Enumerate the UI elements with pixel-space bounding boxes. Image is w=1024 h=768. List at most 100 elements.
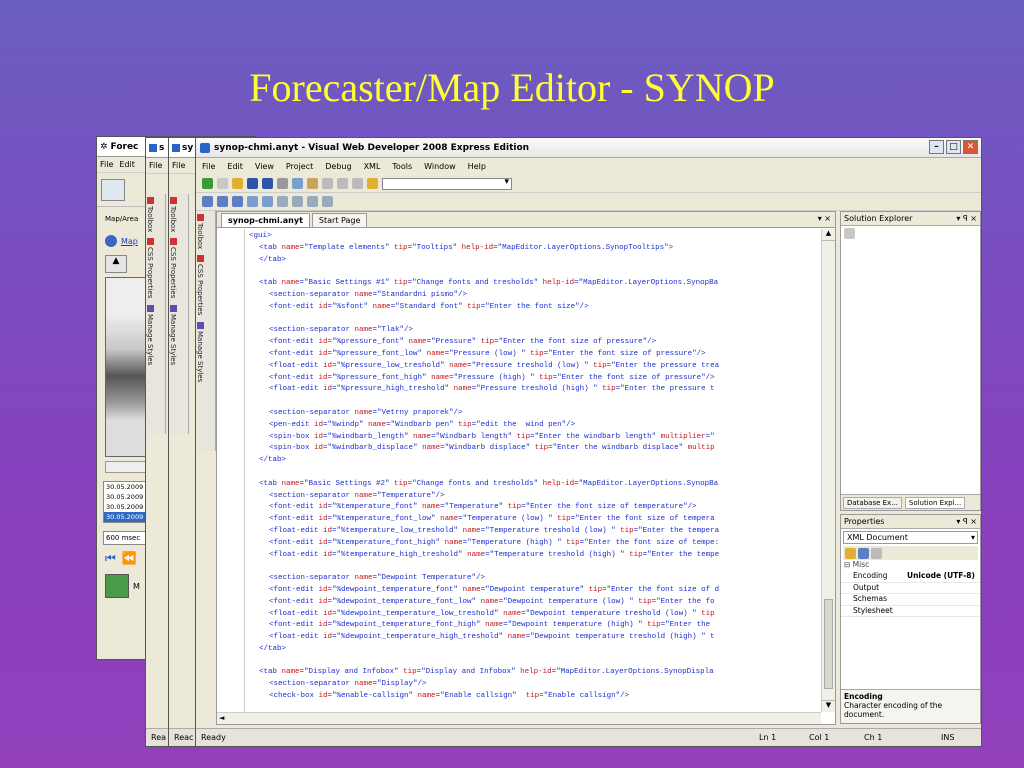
code-line[interactable]: <float-edit id="%temperature_high_tresho… [249, 550, 821, 562]
code-line[interactable]: <section-separator name="Dewpoint Temper… [249, 573, 821, 585]
toolbox-tab[interactable]: Toolbox [169, 194, 177, 235]
scroll-left-arrow[interactable]: ◄ [217, 714, 224, 722]
menu-debug[interactable]: Debug [325, 162, 351, 171]
code-line[interactable]: <tab name="Basic Settings #2" tip="Chang… [249, 479, 821, 491]
tab-synop-chmi[interactable]: synop-chmi.anyt [221, 213, 310, 227]
scroll-down-arrow[interactable]: ▼ [822, 700, 835, 712]
code-line[interactable]: <float-edit id="%dewpoint_temperature_hi… [249, 632, 821, 644]
tab-solution-explorer[interactable]: Solution Expl... [904, 496, 966, 509]
code-line[interactable]: <font-edit id="%dewpoint_temperature_fon… [249, 597, 821, 609]
tab-start-page[interactable]: Start Page [311, 213, 368, 227]
map-tool-icon[interactable] [101, 178, 125, 201]
pane-controls[interactable]: ▾ ꟼ × [956, 214, 977, 223]
undo-icon[interactable] [322, 178, 333, 189]
vwd-window-3[interactable]: sy File Toolbox CSS Properties Manage St… [168, 137, 198, 747]
prev-bookmark-icon[interactable] [292, 196, 303, 207]
clear-bookmarks-icon[interactable] [322, 196, 333, 207]
code-line[interactable]: <section-separator name="Vetrny praporek… [249, 408, 821, 420]
save-all-icon[interactable] [262, 178, 273, 189]
menu-edit[interactable]: Edit [227, 162, 243, 171]
solution-explorer-pane[interactable]: Solution Explorer ▾ ꟼ × Database Ex... S… [840, 211, 981, 511]
property-row[interactable]: Schemas [841, 594, 980, 606]
start-debug-icon[interactable] [352, 178, 363, 189]
code-line[interactable]: <section-separator name="Standardni pism… [249, 290, 821, 302]
outdent-icon[interactable] [232, 196, 243, 207]
cut-icon[interactable] [277, 178, 288, 189]
code-line[interactable]: <font-edit id="%pressure_font_high" name… [249, 373, 821, 385]
code-line[interactable]: <font-edit id="%temperature_font_low" na… [249, 514, 821, 526]
layer-icon[interactable] [105, 574, 129, 598]
code-line[interactable]: <tab name="Template elements" tip="Toolt… [249, 243, 821, 255]
add-item-icon[interactable] [217, 178, 228, 189]
window3-menu[interactable]: File [169, 158, 197, 174]
first-frame-button[interactable]: ⏮ [105, 551, 116, 566]
prev-frame-button[interactable]: ⏪ [122, 551, 137, 566]
code-lines[interactable]: <gui> <tab name="Template elements" tip="… [249, 231, 821, 703]
code-line[interactable]: <font-edit id="%sfont" name="Standard fo… [249, 302, 821, 314]
menu-xml[interactable]: XML [364, 162, 381, 171]
save-icon[interactable] [247, 178, 258, 189]
scroll-thumb[interactable] [824, 599, 833, 689]
code-line[interactable]: <font-edit id="%dewpoint_temperature_fon… [249, 620, 821, 632]
menu-help[interactable]: Help [468, 162, 486, 171]
css-properties-tab[interactable]: CSS Properties [146, 235, 154, 301]
code-line[interactable]: <section-separator name="Tlak"/> [249, 325, 821, 337]
properties-pane[interactable]: Properties ▾ ꟼ × XML Document ⊟ Misc Enc… [840, 514, 981, 724]
comment-icon[interactable] [247, 196, 258, 207]
code-line[interactable] [249, 314, 821, 326]
code-line[interactable]: <float-edit id="%pressure_high_treshold"… [249, 384, 821, 396]
code-line[interactable]: <float-edit id="%pressure_low_treshold" … [249, 361, 821, 373]
code-line[interactable]: <section-separator name="Temperature"/> [249, 491, 821, 503]
redo-icon[interactable] [337, 178, 348, 189]
editor-vertical-scrollbar[interactable]: ▲ ▼ [821, 229, 835, 712]
find-icon[interactable] [367, 178, 378, 189]
pane-controls[interactable]: ▾ ꟼ × [956, 517, 977, 526]
manage-styles-tab[interactable]: Manage Styles [196, 319, 204, 385]
css-properties-tab[interactable]: CSS Properties [169, 235, 177, 301]
document-window-controls[interactable]: ▾ × [818, 214, 831, 223]
minimize-button[interactable]: – [929, 140, 944, 154]
tab-database-explorer[interactable]: Database Ex... [843, 496, 902, 509]
bookmark-icon[interactable] [277, 196, 288, 207]
scroll-up-arrow[interactable]: ▲ [822, 229, 835, 241]
code-line[interactable] [249, 266, 821, 278]
manage-styles-tab[interactable]: Manage Styles [169, 302, 177, 368]
property-row[interactable]: Stylesheet [841, 606, 980, 617]
new-project-icon[interactable] [202, 178, 213, 189]
properties-icon[interactable] [844, 228, 855, 239]
object-selector[interactable]: XML Document [843, 531, 978, 544]
code-line[interactable]: <pen-edit id="%windp" name="Windbarb pen… [249, 420, 821, 432]
menu-edit[interactable]: Edit [119, 160, 135, 169]
code-line[interactable]: </tab> [249, 255, 821, 267]
code-line[interactable]: </tab> [249, 455, 821, 467]
code-line[interactable]: <spin-box id="%windbarb_displace" name="… [249, 443, 821, 455]
menu-tools[interactable]: Tools [392, 162, 412, 171]
code-line[interactable] [249, 396, 821, 408]
code-line[interactable]: <spin-box id="%windbarb_length" name="Wi… [249, 432, 821, 444]
code-line[interactable]: <font-edit id="%dewpoint_temperature_fon… [249, 585, 821, 597]
categorized-icon[interactable] [845, 547, 856, 559]
maximize-button[interactable]: □ [946, 140, 961, 154]
property-row[interactable]: Encoding Unicode (UTF-8) [841, 571, 980, 583]
code-line[interactable]: </tab> [249, 644, 821, 656]
code-line[interactable]: <font-edit id="%pressure_font" name="Pre… [249, 337, 821, 349]
code-line[interactable]: <tab name="Display and Infobox" tip="Dis… [249, 667, 821, 679]
paste-icon[interactable] [307, 178, 318, 189]
uncomment-icon[interactable] [262, 196, 273, 207]
menu-project[interactable]: Project [286, 162, 313, 171]
up-button[interactable]: ▲ [105, 255, 127, 273]
vwd-main-window[interactable]: synop-chmi.anyt - Visual Web Developer 2… [195, 137, 982, 747]
code-line[interactable]: <float-edit id="%temperature_low_treshol… [249, 526, 821, 538]
menu-file[interactable]: File [100, 160, 113, 169]
code-line[interactable]: <gui> [249, 231, 821, 243]
menu-file[interactable]: File [202, 162, 215, 171]
close-button[interactable]: ✕ [963, 140, 978, 154]
alphabetical-icon[interactable] [858, 547, 869, 559]
toolbox-tab[interactable]: Toolbox [146, 194, 154, 235]
code-line[interactable] [249, 561, 821, 573]
property-pages-icon[interactable] [871, 547, 882, 559]
toolbox-tab[interactable]: Toolbox [196, 211, 204, 252]
format-icon[interactable] [202, 196, 213, 207]
code-line[interactable]: <font-edit id="%temperature_font" name="… [249, 502, 821, 514]
css-properties-tab[interactable]: CSS Properties [196, 252, 204, 318]
